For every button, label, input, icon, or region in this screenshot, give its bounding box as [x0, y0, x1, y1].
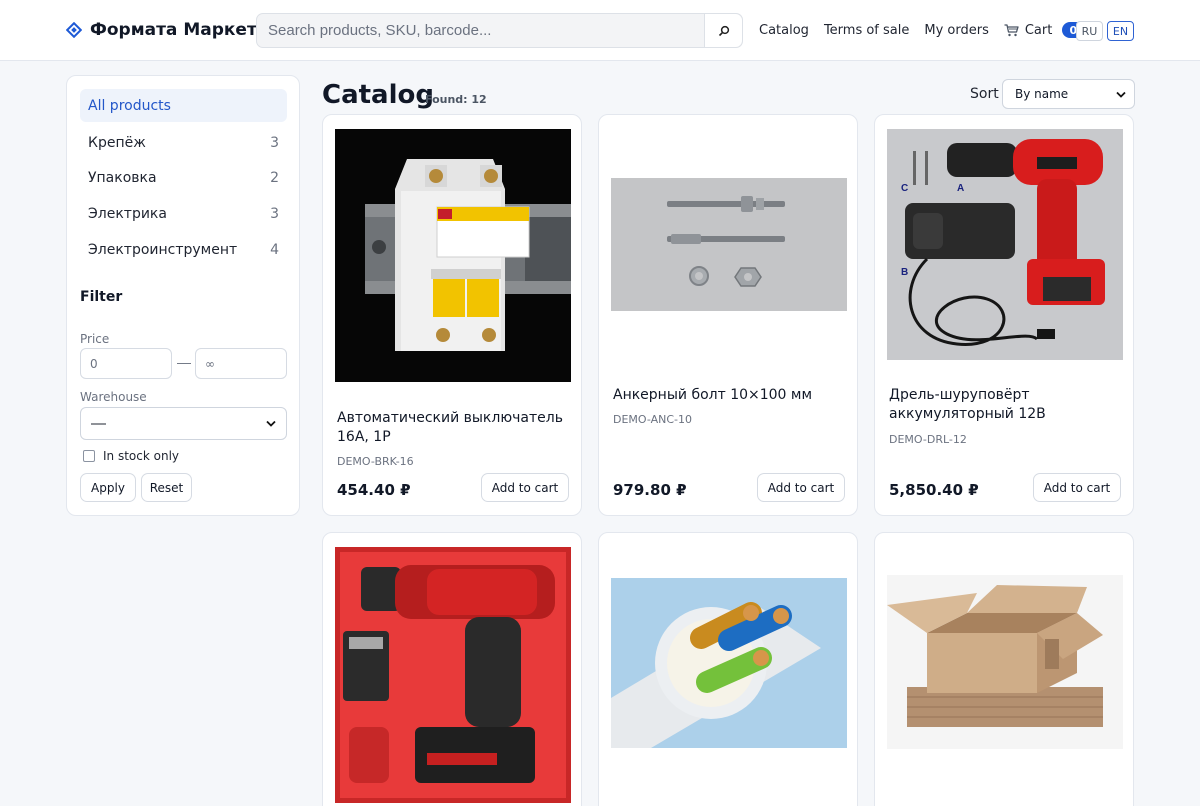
- in-stock-label: In stock only: [103, 449, 180, 463]
- search-input[interactable]: [257, 14, 704, 47]
- electric-cable-image: [611, 578, 847, 748]
- chevron-down-icon: [266, 420, 276, 427]
- circuit-breaker-image: [335, 129, 571, 382]
- product-image-cardboard-box[interactable]: [887, 575, 1123, 749]
- warehouse-value: —: [91, 415, 106, 432]
- sort-value: By name: [1015, 87, 1069, 101]
- add-to-cart-button[interactable]: Add to cart: [1033, 473, 1121, 502]
- product-sku: DEMO-BRK-16: [337, 455, 414, 468]
- category-label: Крепёж: [88, 134, 146, 151]
- nav-terms-of-sale[interactable]: Terms of sale: [824, 23, 909, 38]
- sidebar: All products Крепёж 3 Упаковка 2 Электри…: [66, 75, 300, 516]
- cordless-drill-image: C A B: [887, 129, 1123, 360]
- filter-title: Filter: [80, 289, 123, 305]
- category-label: All products: [88, 97, 171, 114]
- product-image-red-drill-case[interactable]: [335, 547, 571, 803]
- product-card[interactable]: [322, 532, 582, 806]
- language-switcher: RU EN: [1076, 21, 1134, 41]
- add-to-cart-button[interactable]: Add to cart: [481, 473, 569, 502]
- category-label: Упаковка: [88, 169, 157, 186]
- product-price: 5,850.40 ₽: [889, 481, 979, 499]
- product-image-anchor-bolts[interactable]: [611, 178, 847, 311]
- product-image-cordless-drill[interactable]: C A B: [887, 129, 1123, 360]
- sort-label: Sort: [970, 86, 999, 102]
- product-image-circuit-breaker[interactable]: [335, 129, 571, 382]
- reset-button[interactable]: Reset: [141, 473, 192, 502]
- svg-text:A: A: [957, 183, 964, 194]
- product-name[interactable]: Дрель-шуруповёрт аккумуляторный 12В: [889, 386, 1121, 424]
- product-name[interactable]: Анкерный болт 10×100 мм: [613, 386, 845, 405]
- category-count: 3: [270, 205, 279, 222]
- in-stock-checkbox[interactable]: [83, 450, 95, 462]
- in-stock-filter[interactable]: In stock only: [83, 449, 179, 463]
- found-count: Found: 12: [425, 93, 487, 106]
- category-all-products[interactable]: All products: [80, 89, 287, 122]
- category-label: Электрика: [88, 205, 167, 222]
- product-sku: DEMO-ANC-10: [613, 413, 693, 426]
- product-price: 454.40 ₽: [337, 481, 411, 499]
- category-count: 2: [270, 169, 279, 186]
- nav-cart[interactable]: Cart 0: [1004, 22, 1085, 38]
- search-icon: [718, 25, 729, 36]
- product-card[interactable]: [874, 532, 1134, 806]
- product-sku: DEMO-DRL-12: [889, 433, 967, 446]
- category-fasteners[interactable]: Крепёж 3: [80, 126, 287, 159]
- category-count: 3: [270, 134, 279, 151]
- main-nav: Catalog Terms of sale My orders Cart 0: [759, 22, 1085, 38]
- cart-label: Cart: [1024, 22, 1053, 38]
- lang-ru-button[interactable]: RU: [1076, 21, 1103, 41]
- price-max-input[interactable]: ∞: [195, 348, 287, 379]
- warehouse-label: Warehouse: [80, 390, 147, 404]
- red-drill-case-image: [335, 547, 571, 803]
- product-price: 979.80 ₽: [613, 481, 687, 499]
- category-power-tools[interactable]: Электроинструмент 4: [80, 233, 287, 266]
- product-card[interactable]: C A B Дрель-шуруповёрт аккумуляторный 12…: [874, 114, 1134, 516]
- top-header: Формата Маркет Catalog Terms of sale My …: [0, 0, 1200, 61]
- product-image-electric-cable[interactable]: [611, 578, 847, 748]
- add-to-cart-button[interactable]: Add to cart: [757, 473, 845, 502]
- category-count: 4: [270, 241, 279, 258]
- product-card[interactable]: [598, 532, 858, 806]
- product-name[interactable]: Автоматический выключатель 16А, 1Р: [337, 409, 569, 447]
- cardboard-box-image: [887, 575, 1123, 749]
- brand-name: Формата Маркет: [90, 20, 257, 40]
- page-title: Catalog: [322, 80, 434, 110]
- warehouse-select[interactable]: —: [80, 407, 287, 440]
- nav-catalog[interactable]: Catalog: [759, 23, 809, 38]
- price-range-dash: —: [177, 354, 191, 370]
- category-packaging[interactable]: Упаковка 2: [80, 161, 287, 194]
- lang-en-button[interactable]: EN: [1107, 21, 1134, 41]
- product-card[interactable]: Анкерный болт 10×100 мм DEMO-ANC-10 979.…: [598, 114, 858, 516]
- search-bar: [256, 13, 743, 48]
- product-card[interactable]: Автоматический выключатель 16А, 1Р DEMO-…: [322, 114, 582, 516]
- cart-icon: [1004, 23, 1019, 36]
- anchor-bolts-image: [611, 178, 847, 311]
- sort-select[interactable]: By name: [1002, 79, 1135, 109]
- svg-text:C: C: [901, 183, 908, 194]
- nav-my-orders[interactable]: My orders: [924, 23, 988, 38]
- category-electrics[interactable]: Электрика 3: [80, 197, 287, 230]
- apply-button[interactable]: Apply: [80, 473, 136, 502]
- price-min-input[interactable]: 0: [80, 348, 172, 379]
- svg-text:B: B: [901, 267, 908, 278]
- price-label: Price: [80, 332, 110, 346]
- chevron-down-icon: [1116, 91, 1126, 98]
- category-label: Электроинструмент: [88, 241, 238, 258]
- brand-logo[interactable]: Формата Маркет: [66, 20, 257, 40]
- search-button[interactable]: [704, 14, 742, 47]
- diamond-logo-icon: [66, 22, 82, 38]
